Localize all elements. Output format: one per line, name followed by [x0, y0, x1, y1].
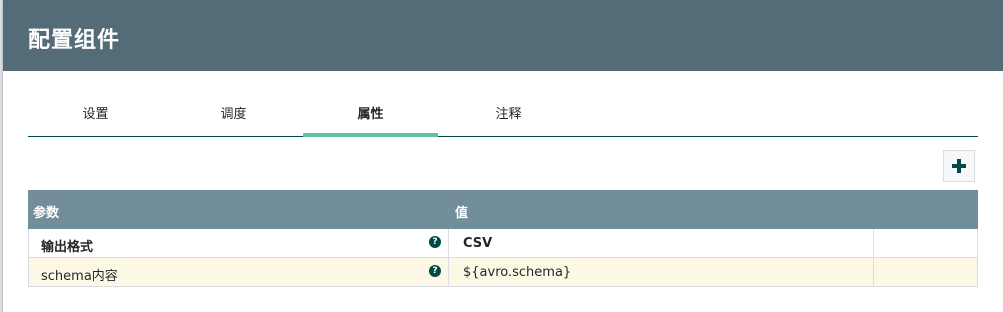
help-icon[interactable]: ? [429, 236, 441, 248]
property-name: schema内容 [41, 269, 118, 284]
add-property-button[interactable] [943, 150, 975, 182]
dialog-header: 配置组件 [3, 0, 1003, 71]
table-row[interactable]: schema内容 ? ${avro.schema} [28, 258, 978, 287]
tab-properties[interactable]: 属性 [303, 98, 438, 137]
properties-table: 参数 值 输出格式 ? CSV schema内容 ? ${avro.schema… [28, 190, 978, 287]
property-name: 输出格式 [41, 240, 94, 255]
row-actions-cell [874, 229, 977, 257]
tab-scheduling[interactable]: 调度 [166, 98, 301, 134]
table-row[interactable]: 输出格式 ? CSV [28, 229, 978, 258]
property-value: CSV [463, 236, 493, 251]
tab-comments[interactable]: 注释 [441, 98, 576, 134]
property-value: ${avro.schema} [463, 265, 572, 280]
row-actions-cell [874, 258, 977, 286]
dialog-title: 配置组件 [28, 28, 121, 53]
property-value-cell[interactable]: ${avro.schema} [449, 258, 874, 286]
plus-icon [952, 159, 966, 173]
table-header: 参数 值 [28, 190, 978, 229]
property-value-cell[interactable]: CSV [449, 229, 874, 257]
property-name-cell: 输出格式 ? [29, 229, 449, 257]
tab-bar: 设置 调度 属性 注释 [28, 98, 978, 137]
column-header-value[interactable]: 值 [455, 202, 468, 221]
configure-component-dialog: 配置组件 设置 调度 属性 注释 参数 值 输出格式 ? CSV schema内… [3, 0, 1003, 312]
help-icon[interactable]: ? [429, 265, 441, 277]
property-name-cell: schema内容 ? [29, 258, 449, 286]
tab-settings[interactable]: 设置 [28, 98, 163, 134]
column-header-param[interactable]: 参数 [33, 202, 59, 221]
